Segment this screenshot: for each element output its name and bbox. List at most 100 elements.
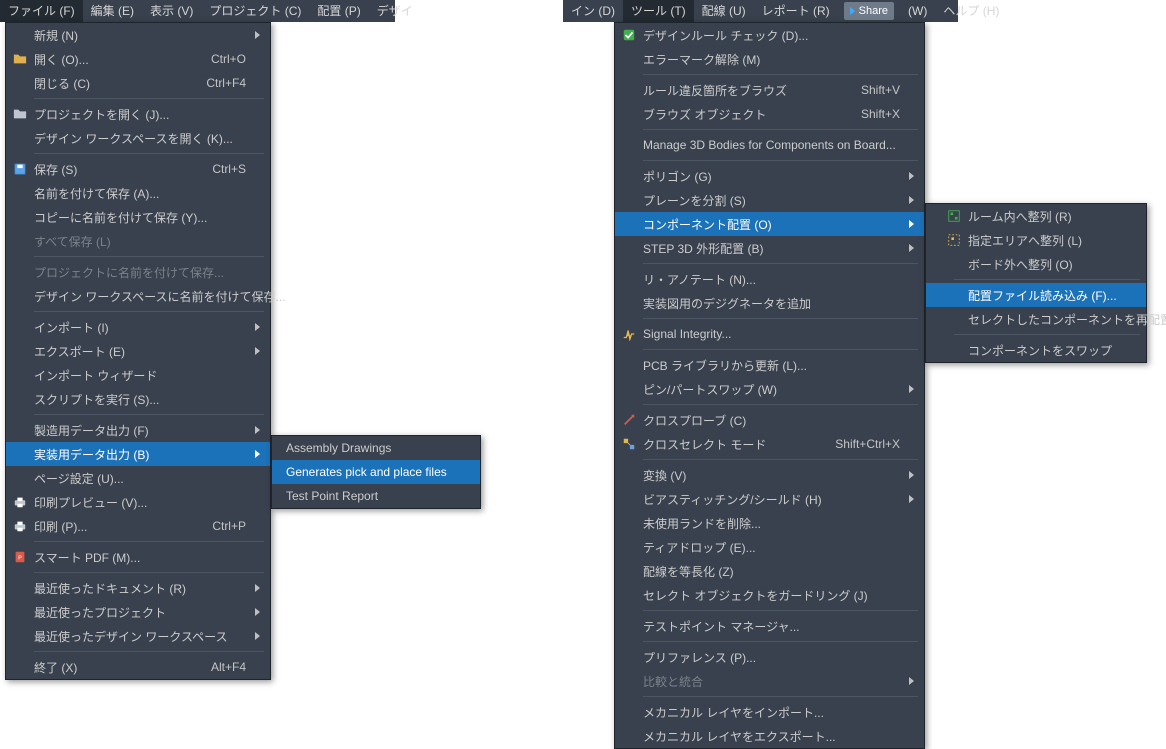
- tools-menu-item[interactable]: リ・アノテート (N)...: [615, 267, 924, 291]
- menu-share[interactable]: Share: [838, 0, 900, 22]
- component-placement-submenu: ルーム内へ整列 (R) 指定エリアへ整列 (L)ボード外へ整列 (O) 配置ファイル…: [925, 203, 1147, 363]
- tools-dropdown: デザインルール チェック (D)... エラーマーク解除 (M) ルール違反箇所をブ…: [614, 22, 925, 749]
- blank-icon: [6, 315, 34, 339]
- submenu-item-label: ルーム内へ整列 (R): [968, 208, 1132, 225]
- menu-place[interactable]: 配置 (P): [309, 0, 368, 22]
- tools-menu-item[interactable]: テストポイント マネージャ...: [615, 614, 924, 638]
- tools-menu-item[interactable]: プレーンを分割 (S): [615, 188, 924, 212]
- file-menu-item[interactable]: コピーに名前を付けて保存 (Y)...: [6, 205, 270, 229]
- file-menu-item[interactable]: 最近使ったドキュメント (R): [6, 576, 270, 600]
- menu-route[interactable]: 配線 (U): [694, 0, 754, 22]
- tools-menu-item[interactable]: 未使用ランドを削除...: [615, 511, 924, 535]
- file-menu-item[interactable]: Pスマート PDF (M)...: [6, 545, 270, 569]
- blank-icon: [615, 724, 643, 748]
- file-menu-item[interactable]: 新規 (N): [6, 23, 270, 47]
- tools-menu-item[interactable]: 変換 (V): [615, 463, 924, 487]
- placement-submenu-item[interactable]: 指定エリアへ整列 (L): [926, 228, 1146, 252]
- tools-menu-item[interactable]: プリファレンス (P)...: [615, 645, 924, 669]
- file-menu-item[interactable]: 開く (O)...Ctrl+O: [6, 47, 270, 71]
- menu-item-label: エラーマーク解除 (M): [643, 51, 900, 68]
- menu-separator: [954, 334, 1140, 335]
- tools-menu-item[interactable]: コンポーネント配置 (O): [615, 212, 924, 236]
- tools-menu-item: 比較と統合: [615, 669, 924, 693]
- file-menu-item[interactable]: 閉じる (C)Ctrl+F4: [6, 71, 270, 95]
- blank-icon: [615, 353, 643, 377]
- tools-menu-item[interactable]: ティアドロップ (E)...: [615, 535, 924, 559]
- tools-menu-item[interactable]: Signal Integrity...: [615, 322, 924, 346]
- file-menu-item[interactable]: 名前を付けて保存 (A)...: [6, 181, 270, 205]
- menu-item-label: 印刷プレビュー (V)...: [34, 494, 246, 511]
- menu-edit[interactable]: 編集 (E): [83, 0, 142, 22]
- placement-submenu-item[interactable]: ルーム内へ整列 (R): [926, 204, 1146, 228]
- tools-menu-item[interactable]: メカニカル レイヤをインポート...: [615, 700, 924, 724]
- tools-menu-item[interactable]: デザインルール チェック (D)...: [615, 23, 924, 47]
- placement-submenu-item[interactable]: セレクトしたコンポーネントを再配置 (C): [926, 307, 1146, 331]
- xsel-icon: [615, 432, 643, 456]
- tools-menu-item[interactable]: PCB ライブラリから更新 (L)...: [615, 353, 924, 377]
- file-menu-item[interactable]: 実装用データ出力 (B): [6, 442, 270, 466]
- tools-menu-item[interactable]: ピン/パートスワップ (W): [615, 377, 924, 401]
- placement-submenu-item[interactable]: 配置ファイル読み込み (F)...: [926, 283, 1146, 307]
- submenu-arrow-icon: [246, 347, 260, 355]
- assembly-outputs-item[interactable]: Test Point Report: [272, 484, 480, 508]
- menu-item-label: デザイン ワークスペースに名前を付けて保存...: [34, 288, 286, 305]
- tools-menu-item[interactable]: STEP 3D 外形配置 (B): [615, 236, 924, 260]
- submenu-arrow-icon: [900, 471, 914, 479]
- file-menu-item[interactable]: ページ設定 (U)...: [6, 466, 270, 490]
- file-menu-item[interactable]: 保存 (S)Ctrl+S: [6, 157, 270, 181]
- menu-view[interactable]: 表示 (V): [142, 0, 201, 22]
- menubar-right: イン (D) ツール (T) 配線 (U) レポート (R) Share (W)…: [563, 0, 958, 22]
- file-menu-item[interactable]: デザイン ワークスペースを開く (K)...: [6, 126, 270, 150]
- menu-file[interactable]: ファイル (F): [0, 0, 83, 22]
- blank-icon: [6, 126, 34, 150]
- menu-project[interactable]: プロジェクト (C): [201, 0, 309, 22]
- menu-item-label: 実装用データ出力 (B): [34, 446, 246, 463]
- tools-menu-item[interactable]: 配線を等長化 (Z): [615, 559, 924, 583]
- file-menu-item[interactable]: エクスポート (E): [6, 339, 270, 363]
- tools-menu-item[interactable]: Manage 3D Bodies for Components on Board…: [615, 133, 924, 157]
- share-label: Share: [859, 0, 888, 22]
- tools-menu-item[interactable]: クロスセレクト モードShift+Ctrl+X: [615, 432, 924, 456]
- tools-menu-item[interactable]: セレクト オブジェクトをガードリング (J): [615, 583, 924, 607]
- file-menu-item[interactable]: 最近使ったプロジェクト: [6, 600, 270, 624]
- menu-item-shortcut: Ctrl+F4: [186, 76, 246, 90]
- tools-menu-item[interactable]: クロスプローブ (C): [615, 408, 924, 432]
- file-menu-item[interactable]: スクリプトを実行 (S)...: [6, 387, 270, 411]
- menu-report[interactable]: レポート (R): [754, 0, 838, 22]
- assembly-outputs-item[interactable]: Assembly Drawings: [272, 436, 480, 460]
- file-menu-item[interactable]: 製造用データ出力 (F): [6, 418, 270, 442]
- room2-icon: [940, 228, 968, 252]
- blank-icon: [6, 260, 34, 284]
- file-menu-item[interactable]: 印刷プレビュー (V)...: [6, 490, 270, 514]
- menu-design-trunc[interactable]: デザイ: [369, 0, 421, 22]
- placement-submenu-item[interactable]: コンポーネントをスワップ: [926, 338, 1146, 362]
- assembly-outputs-item[interactable]: Generates pick and place files: [272, 460, 480, 484]
- save-icon: [6, 157, 34, 181]
- file-menu-item[interactable]: プロジェクトを開く (J)...: [6, 102, 270, 126]
- tools-menu-item[interactable]: メカニカル レイヤをエクスポート...: [615, 724, 924, 748]
- menu-tools[interactable]: ツール (T): [623, 0, 694, 22]
- blank-icon: [940, 307, 968, 331]
- tools-menu-item[interactable]: ブラウズ オブジェクトShift+X: [615, 102, 924, 126]
- file-menu-item[interactable]: インポート ウィザード: [6, 363, 270, 387]
- tools-menu-item[interactable]: 実装図用のデジグネータを追加: [615, 291, 924, 315]
- tools-menu-item[interactable]: ルール違反箇所をブラウズShift+V: [615, 78, 924, 102]
- menu-item-label: ページ設定 (U)...: [34, 470, 246, 487]
- placement-submenu-item[interactable]: ボード外へ整列 (O): [926, 252, 1146, 276]
- menu-help[interactable]: ヘルプ (H): [935, 0, 1007, 22]
- menu-separator: [34, 256, 264, 257]
- menu-item-label: 最近使ったドキュメント (R): [34, 580, 246, 597]
- tools-menu-item[interactable]: ビアスティッチング/シールド (H): [615, 487, 924, 511]
- menu-item-label: 名前を付けて保存 (A)...: [34, 185, 246, 202]
- tools-menu-item[interactable]: ポリゴン (G): [615, 164, 924, 188]
- menu-window[interactable]: (W): [900, 0, 935, 22]
- file-menu-item[interactable]: インポート (I): [6, 315, 270, 339]
- menu-item-label: 製造用データ出力 (F): [34, 422, 246, 439]
- blank-icon: [615, 164, 643, 188]
- file-menu-item[interactable]: デザイン ワークスペースに名前を付けて保存...: [6, 284, 270, 308]
- tools-menu-item[interactable]: エラーマーク解除 (M): [615, 47, 924, 71]
- menu-design-suffix[interactable]: イン (D): [563, 0, 623, 22]
- file-menu-item[interactable]: 印刷 (P)...Ctrl+P: [6, 514, 270, 538]
- file-menu-item[interactable]: 終了 (X)Alt+F4: [6, 655, 270, 679]
- file-menu-item[interactable]: 最近使ったデザイン ワークスペース: [6, 624, 270, 648]
